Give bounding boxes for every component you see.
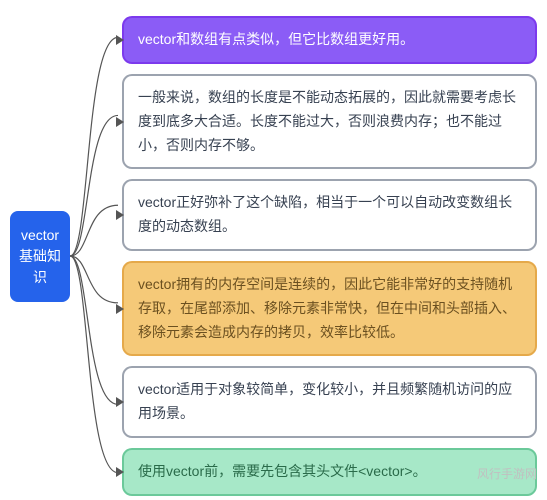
mindmap-container: vector基础知识 vector和数组有点类似，但它比数组更好用。 一般来说，… — [0, 0, 547, 500]
child-node-3: vector拥有的内存空间是连续的，因此它能非常好的支持随机存取，在尾部添加、移… — [122, 261, 537, 356]
connector-lines — [70, 12, 122, 500]
arrow-icon — [116, 304, 124, 314]
child-text: 使用vector前，需要先包含其头文件<vector>。 — [138, 463, 427, 479]
arrow-icon — [116, 35, 124, 45]
arrow-icon — [116, 117, 124, 127]
child-node-0: vector和数组有点类似，但它比数组更好用。 — [122, 16, 537, 64]
child-text: vector适用于对象较简单，变化较小，并且频繁随机访问的应用场景。 — [138, 381, 512, 421]
children-list: vector和数组有点类似，但它比数组更好用。 一般来说，数组的长度是不能动态拓… — [122, 16, 537, 496]
child-text: vector和数组有点类似，但它比数组更好用。 — [138, 31, 414, 47]
child-text: 一般来说，数组的长度是不能动态拓展的，因此就需要考虑长度到底多大合适。长度不能过… — [138, 89, 516, 153]
child-node-4: vector适用于对象较简单，变化较小，并且频繁随机访问的应用场景。 — [122, 366, 537, 438]
connector-zone — [70, 12, 122, 500]
child-node-5: 使用vector前，需要先包含其头文件<vector>。 — [122, 448, 537, 496]
root-label: vector基础知识 — [19, 227, 61, 285]
root-node: vector基础知识 — [10, 211, 70, 302]
child-node-1: 一般来说，数组的长度是不能动态拓展的，因此就需要考虑长度到底多大合适。长度不能过… — [122, 74, 537, 169]
child-text: vector正好弥补了这个缺陷，相当于一个可以自动改变数组长度的动态数组。 — [138, 194, 512, 234]
child-node-2: vector正好弥补了这个缺陷，相当于一个可以自动改变数组长度的动态数组。 — [122, 179, 537, 251]
arrow-icon — [116, 467, 124, 477]
watermark: 风行手游网 — [477, 465, 537, 482]
child-text: vector拥有的内存空间是连续的，因此它能非常好的支持随机存取，在尾部添加、移… — [138, 276, 516, 340]
arrow-icon — [116, 397, 124, 407]
arrow-icon — [116, 210, 124, 220]
